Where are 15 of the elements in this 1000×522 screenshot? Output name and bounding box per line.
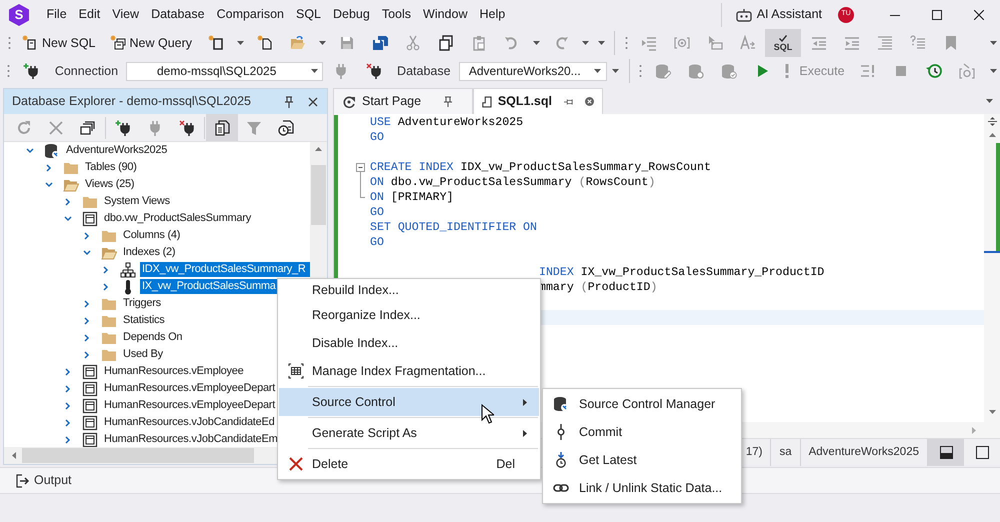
- code-line: USE AdventureWorks2025: [370, 115, 524, 130]
- status-item: 17): [744, 438, 772, 466]
- app-logo: S: [7, 2, 31, 26]
- panel-title: Database Explorer - demo-mssql\SQL2025: [12, 93, 252, 110]
- code-line: SET QUOTED_IDENTIFIER ON: [370, 220, 538, 235]
- field-label: Database: [396, 62, 452, 80]
- code-line: ON [PRIMARY]: [370, 190, 454, 205]
- code-line: GO: [370, 235, 385, 250]
- code-line: GO: [370, 130, 385, 145]
- code-line: ON dbo.vw_ProductSalesSummary (RowsCount): [370, 175, 656, 190]
- field-label: Connection: [54, 62, 120, 80]
- code-line: GO: [370, 205, 385, 220]
- status-item: sa: [771, 438, 801, 466]
- code-line: INDEX IX_vw_ProductSalesSummary_ProductID: [539, 265, 826, 280]
- code-line: CREATE INDEX IDX_vw_ProductSalesSummary_RowsCount: [370, 160, 712, 175]
